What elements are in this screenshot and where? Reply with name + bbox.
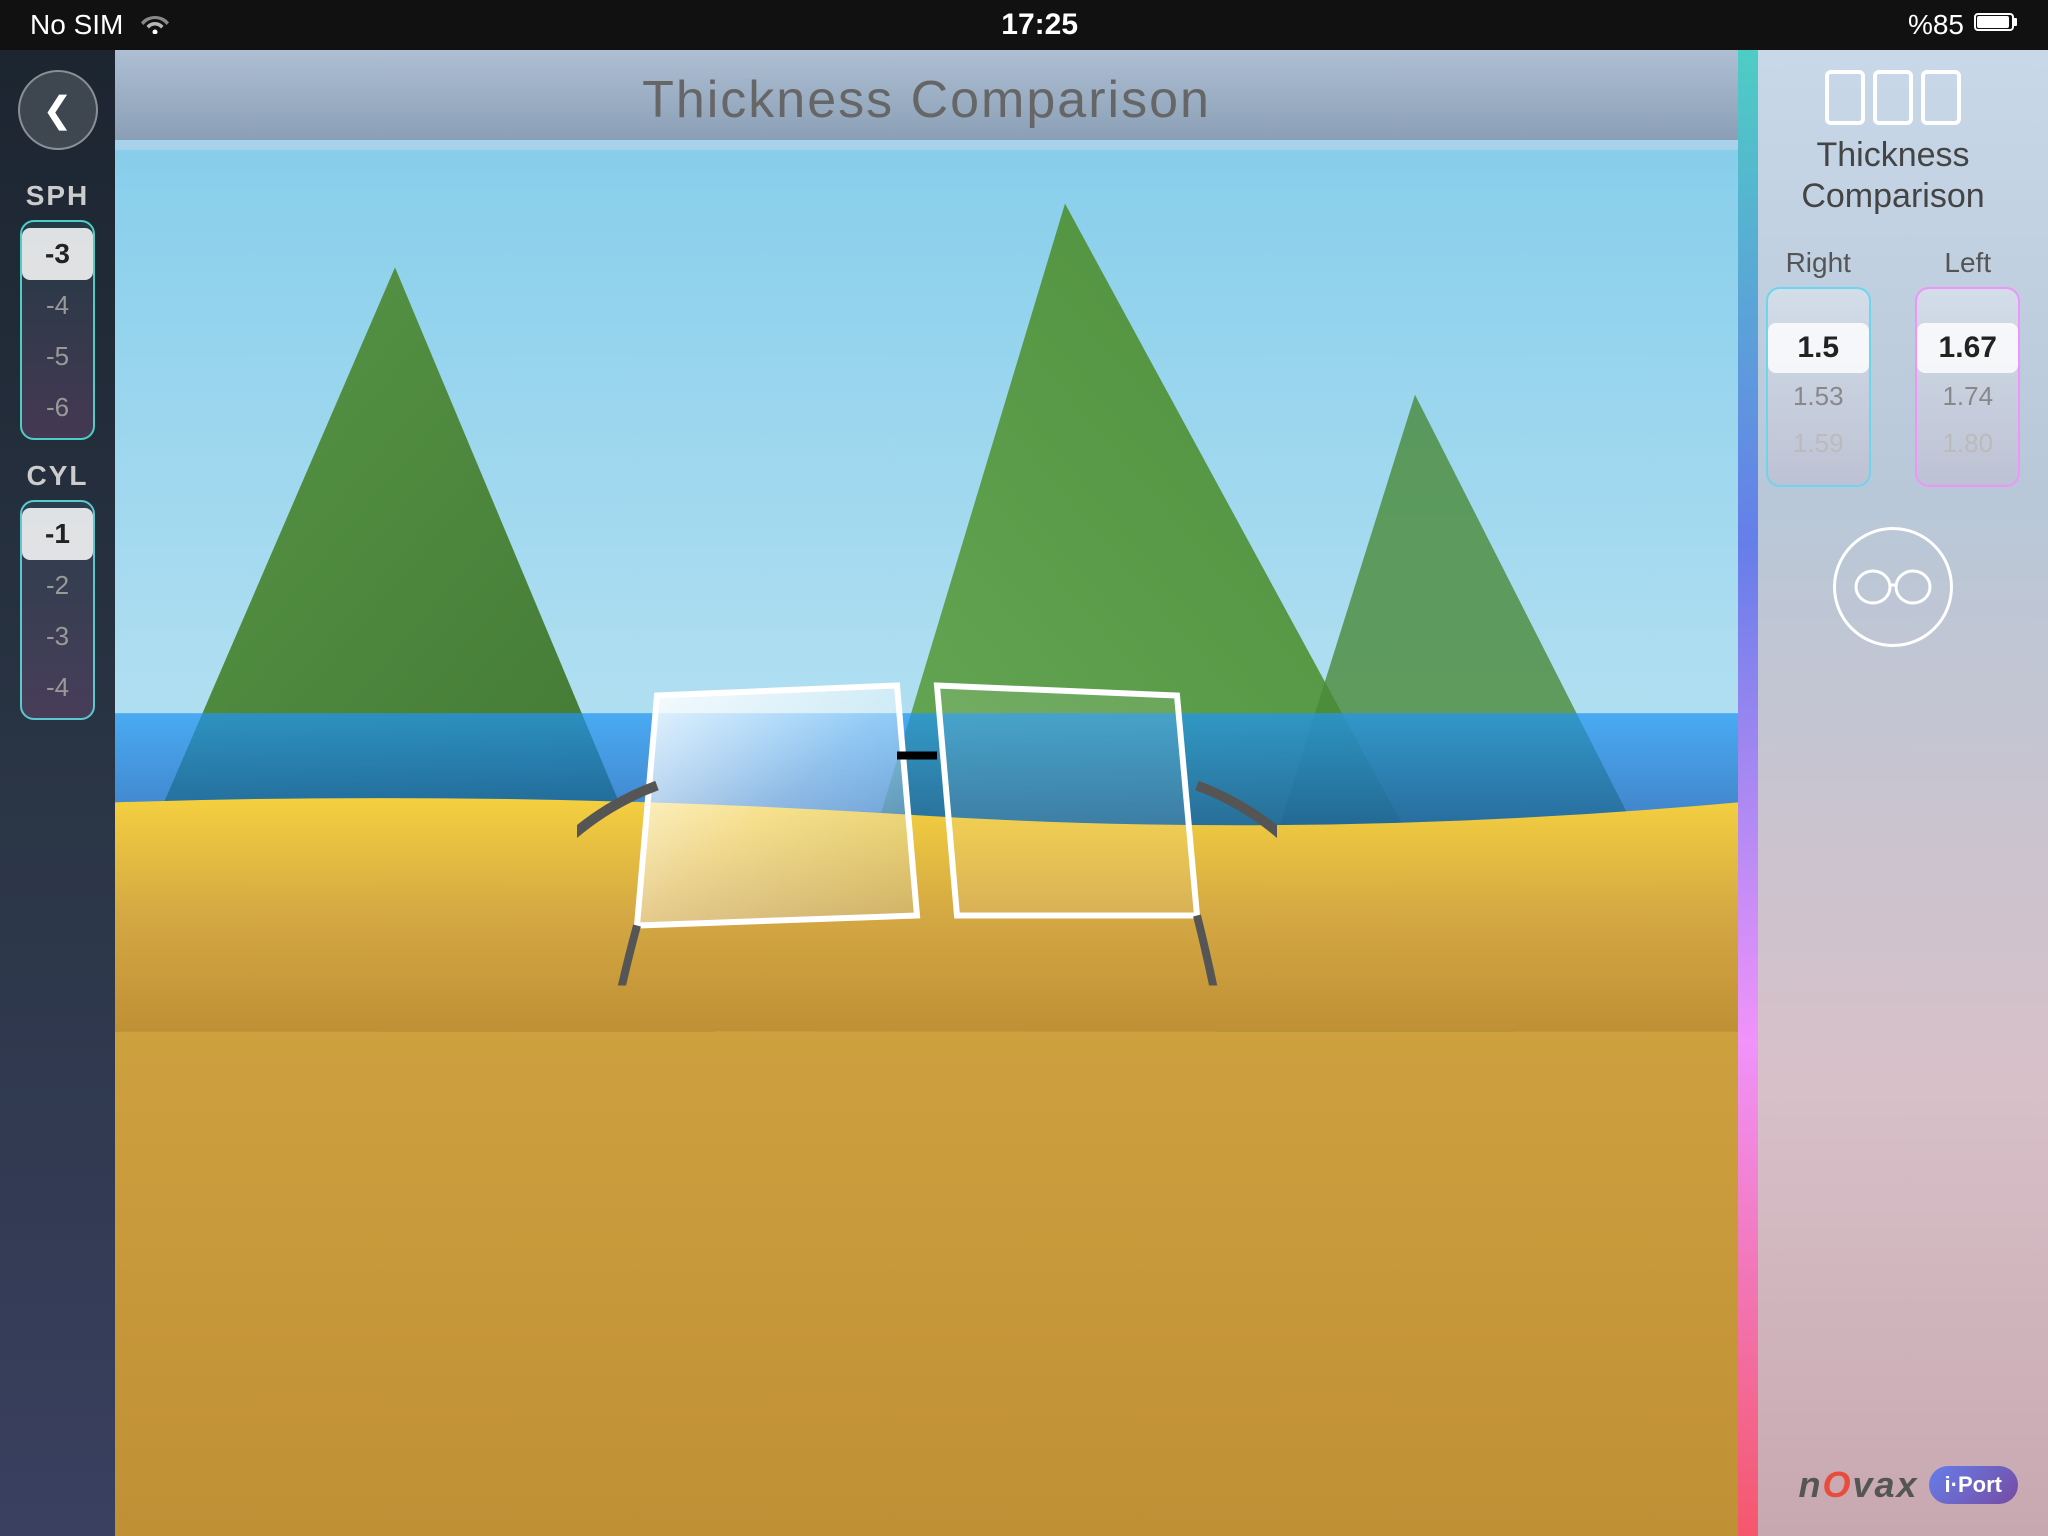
left-index-col: Left 1.67 1.74 1.80 [1903, 247, 2033, 487]
status-right: %85 [1908, 9, 2018, 41]
right-item-3[interactable]: 1.59 [1768, 420, 1869, 467]
lens-icon-left [1825, 70, 1865, 125]
sph-label: SPH [26, 180, 90, 212]
status-bar: No SIM 17:25 %85 [0, 0, 2048, 50]
novax-text: nOvax [1798, 1464, 1918, 1506]
lens-icon-right [1921, 70, 1961, 125]
right-item-selected[interactable]: 1.5 [1768, 323, 1869, 373]
right-index-col: Right 1.5 1.53 1.59 [1754, 247, 1884, 487]
cyl-item-3[interactable]: -3 [22, 611, 93, 662]
lens-icon-middle [1873, 70, 1913, 125]
sph-picker[interactable]: -3 -4 -5 -6 [20, 220, 95, 440]
page-title: Thickness Comparison [642, 70, 1211, 130]
cyl-label: CYL [27, 460, 89, 492]
cyl-item-selected[interactable]: -1 [22, 508, 93, 560]
panel-title-line2: Comparison [1801, 177, 1984, 215]
panel-icon [1825, 70, 1961, 125]
panel-title: Thickness Comparison [1801, 135, 1984, 217]
sph-item-4[interactable]: -6 [22, 382, 93, 433]
back-icon: ❮ [42, 89, 72, 131]
cyl-picker[interactable]: -1 -2 -3 -4 [20, 500, 95, 720]
glasses-compare-button[interactable] [1833, 527, 1953, 647]
left-item-2[interactable]: 1.74 [1917, 373, 2018, 420]
glasses-overlay [577, 636, 1277, 986]
right-index-picker[interactable]: 1.5 1.53 1.59 [1766, 287, 1871, 487]
sidebar: ❮ SPH -3 -4 -5 -6 CYL -1 -2 -3 -4 [0, 50, 115, 1536]
sph-item-selected[interactable]: -3 [22, 228, 93, 280]
cyl-control-group: CYL -1 -2 -3 -4 [0, 460, 115, 720]
cyl-item-4[interactable]: -4 [22, 662, 93, 713]
left-item-selected[interactable]: 1.67 [1917, 323, 2018, 373]
status-left: No SIM [30, 9, 171, 41]
index-pickers-row: Right 1.5 1.53 1.59 Left 1.67 1.74 1.80 [1754, 247, 2033, 487]
battery-text: %85 [1908, 9, 1964, 41]
battery-icon [1974, 9, 2018, 41]
title-bar: Thickness Comparison [115, 50, 1738, 150]
cyl-item-2[interactable]: -2 [22, 560, 93, 611]
left-item-top[interactable] [1917, 307, 2018, 323]
panel-title-line1: Thickness [1816, 136, 1969, 174]
right-label: Right [1786, 247, 1851, 279]
left-index-picker[interactable]: 1.67 1.74 1.80 [1915, 287, 2020, 487]
left-item-3[interactable]: 1.80 [1917, 420, 2018, 467]
sph-control-group: SPH -3 -4 -5 -6 [0, 180, 115, 440]
right-panel: Thickness Comparison Right 1.5 1.53 1.59… [1738, 50, 2048, 1536]
back-button[interactable]: ❮ [18, 70, 98, 150]
glasses-outline-icon [1853, 567, 1933, 607]
novax-o: O [1822, 1464, 1852, 1505]
sph-item-2[interactable]: -4 [22, 280, 93, 331]
carrier-text: No SIM [30, 9, 123, 41]
novax-logo: nOvax i·Port [1798, 1464, 2018, 1506]
status-time: 17:25 [1001, 8, 1078, 42]
wifi-icon [139, 9, 171, 41]
iport-badge: i·Port [1929, 1466, 2018, 1504]
glasses-svg [577, 636, 1277, 986]
right-item-2[interactable]: 1.53 [1768, 373, 1869, 420]
main-content: Thickness Comparison [115, 50, 1738, 1536]
sph-item-3[interactable]: -5 [22, 331, 93, 382]
left-label: Left [1944, 247, 1991, 279]
right-item-top[interactable] [1768, 307, 1869, 323]
